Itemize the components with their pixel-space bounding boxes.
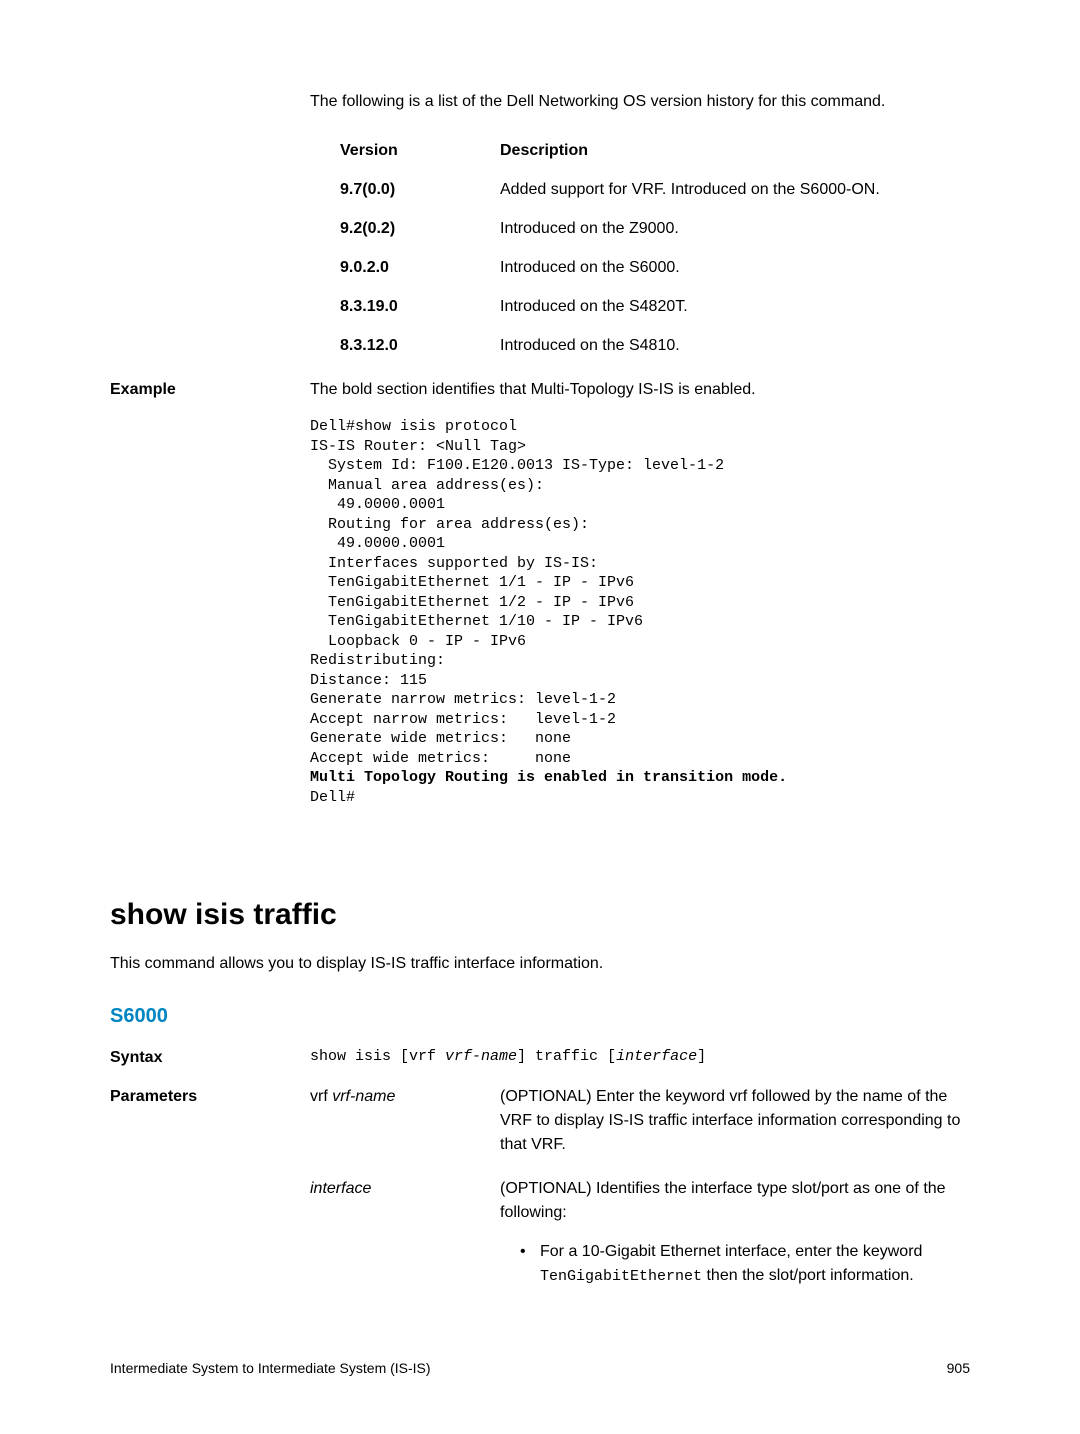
param-desc: (OPTIONAL) Enter the keyword vrf followe… (500, 1085, 970, 1157)
version-desc: Introduced on the Z9000. (500, 217, 970, 241)
param-desc-text: (OPTIONAL) Identifies the interface type… (500, 1180, 946, 1221)
bullet-marker-icon: • (520, 1240, 540, 1289)
code-line: 49.0000.0001 (310, 496, 445, 513)
code-line: TenGigabitEthernet 1/2 - IP - IPv6 (310, 594, 634, 611)
version-row: 9.2(0.2) Introduced on the Z9000. (340, 217, 970, 241)
syntax-text: ] traffic [ (517, 1048, 616, 1065)
version-desc: Introduced on the S4810. (500, 334, 970, 358)
page-footer: Intermediate System to Intermediate Syst… (110, 1358, 970, 1379)
code-line: Routing for area address(es): (310, 516, 589, 533)
subsection-heading: S6000 (110, 1001, 970, 1031)
code-block: Dell#show isis protocol IS-IS Router: <N… (310, 417, 970, 807)
code-line: Interfaces supported by IS-IS: (310, 555, 598, 572)
version-cell: 9.2(0.2) (340, 217, 500, 241)
code-line: Manual area address(es): (310, 477, 544, 494)
syntax-command: show isis [vrf vrf-name] traffic [interf… (310, 1046, 970, 1070)
code-line: TenGigabitEthernet 1/1 - IP - IPv6 (310, 574, 634, 591)
bullet-post: then the slot/port information. (702, 1267, 914, 1284)
bullet-item: • For a 10-Gigabit Ethernet interface, e… (520, 1240, 970, 1289)
version-desc: Introduced on the S6000. (500, 256, 970, 280)
version-cell: 8.3.12.0 (340, 334, 500, 358)
param-desc: (OPTIONAL) Identifies the interface type… (500, 1177, 970, 1297)
version-header-col2: Description (500, 139, 970, 163)
footer-left: Intermediate System to Intermediate Syst… (110, 1358, 431, 1379)
version-cell: 8.3.19.0 (340, 295, 500, 319)
code-line: TenGigabitEthernet 1/10 - IP - IPv6 (310, 613, 643, 630)
version-desc: Added support for VRF. Introduced on the… (500, 178, 970, 202)
param-row: interface (OPTIONAL) Identifies the inte… (310, 1177, 970, 1297)
code-line: Accept wide metrics: none (310, 750, 571, 767)
param-row: vrf vrf-name (OPTIONAL) Enter the keywor… (310, 1085, 970, 1157)
version-table: Version Description 9.7(0.0) Added suppo… (340, 139, 970, 358)
intro-text: The following is a list of the Dell Netw… (310, 90, 970, 114)
version-cell: 9.0.2.0 (340, 256, 500, 280)
example-intro: The bold section identifies that Multi-T… (310, 378, 970, 402)
parameters-section: Parameters vrf vrf-name (OPTIONAL) Enter… (110, 1085, 970, 1317)
syntax-section: Syntax show isis [vrf vrf-name] traffic … (110, 1046, 970, 1070)
version-header-row: Version Description (340, 139, 970, 163)
code-line: Distance: 115 (310, 672, 427, 689)
syntax-label: Syntax (110, 1046, 310, 1070)
code-line: Dell#show isis protocol (310, 418, 517, 435)
bullet-pre: For a 10-Gigabit Ethernet interface, ent… (540, 1243, 922, 1260)
code-line: Loopback 0 - IP - IPv6 (310, 633, 526, 650)
parameters-label: Parameters (110, 1085, 310, 1317)
bullet-text: For a 10-Gigabit Ethernet interface, ent… (540, 1240, 970, 1289)
version-header-col1: Version (340, 139, 500, 163)
param-name: vrf vrf-name (310, 1085, 500, 1157)
bullet-list: • For a 10-Gigabit Ethernet interface, e… (520, 1240, 970, 1289)
version-cell: 9.7(0.0) (340, 178, 500, 202)
param-name-text: vrf (310, 1088, 332, 1105)
code-line: 49.0000.0001 (310, 535, 445, 552)
example-section: Example The bold section identifies that… (110, 378, 970, 402)
version-row: 9.7(0.0) Added support for VRF. Introduc… (340, 178, 970, 202)
code-line: Generate narrow metrics: level-1-2 (310, 691, 616, 708)
syntax-vrf-name: vrf-name (445, 1048, 517, 1065)
code-line: Dell# (310, 789, 355, 806)
syntax-text: ] (697, 1048, 706, 1065)
version-row: 8.3.12.0 Introduced on the S4810. (340, 334, 970, 358)
syntax-interface: interface (616, 1048, 697, 1065)
code-line: System Id: F100.E120.0013 IS-Type: level… (310, 457, 724, 474)
param-name-italic: vrf-name (332, 1088, 395, 1105)
version-row: 8.3.19.0 Introduced on the S4820T. (340, 295, 970, 319)
param-name: interface (310, 1177, 500, 1297)
bullet-code: TenGigabitEthernet (540, 1268, 702, 1285)
syntax-text: show isis [vrf (310, 1048, 445, 1065)
code-line-bold: Multi Topology Routing is enabled in tra… (310, 769, 787, 786)
section-title: show isis traffic (110, 892, 970, 937)
code-line: Accept narrow metrics: level-1-2 (310, 711, 616, 728)
version-row: 9.0.2.0 Introduced on the S6000. (340, 256, 970, 280)
code-line: Generate wide metrics: none (310, 730, 571, 747)
code-line: Redistributing: (310, 652, 445, 669)
version-desc: Introduced on the S4820T. (500, 295, 970, 319)
example-label: Example (110, 378, 310, 402)
footer-page-number: 905 (947, 1358, 970, 1379)
code-line: IS-IS Router: <Null Tag> (310, 438, 526, 455)
section-desc: This command allows you to display IS-IS… (110, 952, 970, 976)
